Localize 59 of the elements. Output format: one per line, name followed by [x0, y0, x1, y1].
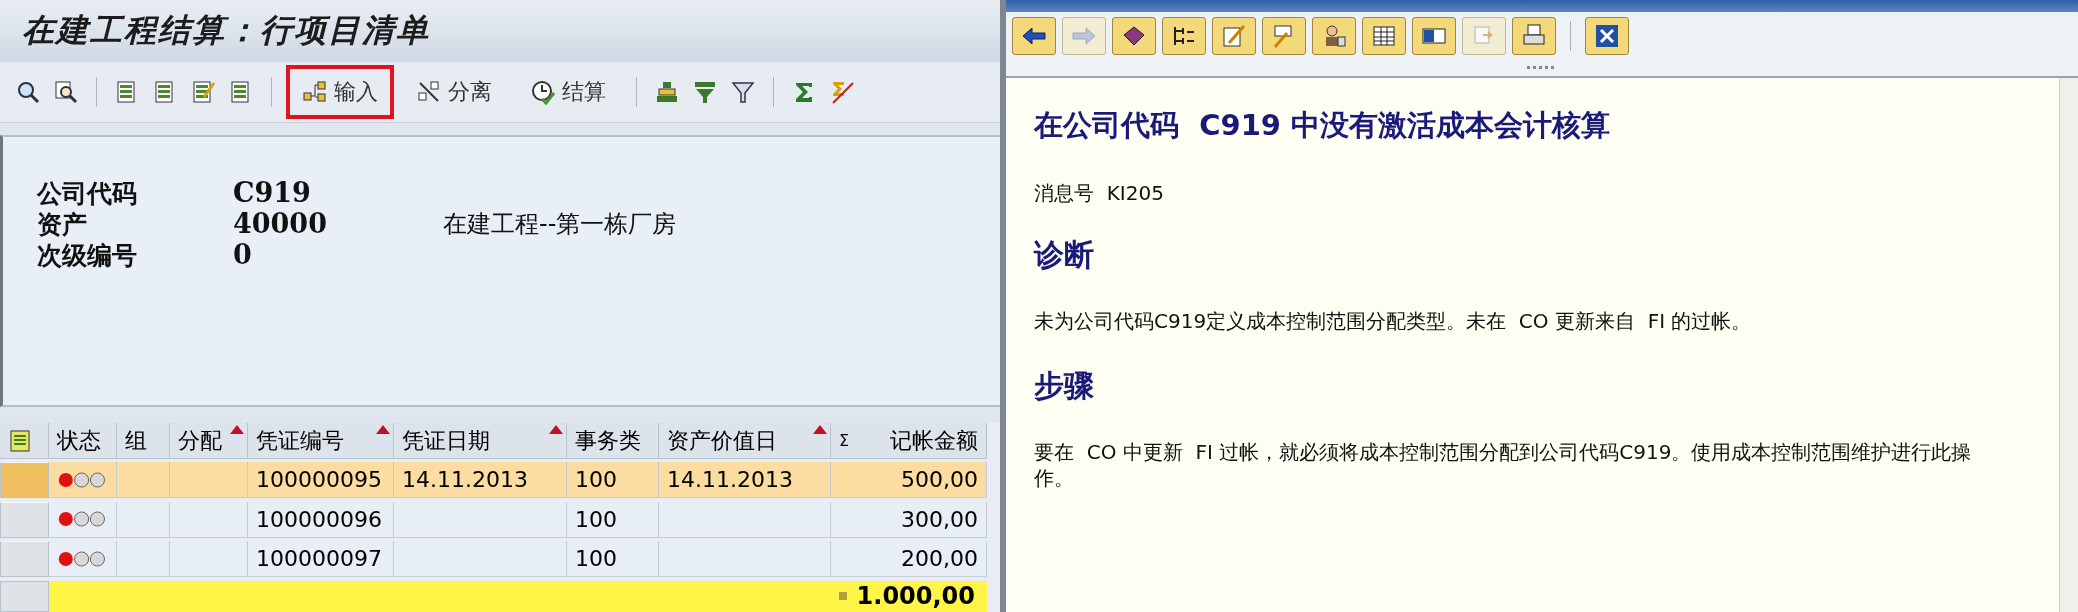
window-title: 在建工程结算：行项目清单 — [22, 10, 430, 51]
pencil-icon — [1221, 23, 1247, 49]
column-header[interactable]: 状态 — [49, 423, 117, 459]
funnel-icon — [730, 79, 756, 105]
section-heading: 诊断 — [1034, 236, 1095, 274]
column-header[interactable]: 凭证编号 — [248, 423, 394, 459]
close-button[interactable] — [1585, 17, 1629, 55]
column-header[interactable]: 事务类 — [567, 423, 659, 459]
field-value: 0 — [233, 239, 253, 270]
toolbar-button[interactable]: 分离 — [400, 65, 508, 119]
table-cell: 14.11.2013 — [659, 462, 831, 499]
table-cell: 100 — [567, 501, 659, 538]
field-value: C919 — [233, 177, 312, 208]
table-cell: 500,00 — [831, 462, 987, 499]
table-cell: 100 — [567, 541, 659, 578]
sigma-sign: Σ — [839, 431, 850, 450]
column-header[interactable]: 分配 — [170, 423, 248, 459]
table-cell: 100000096 — [248, 501, 394, 538]
table-cell: 200,00 — [831, 541, 987, 578]
section-heading: 步骤 — [1034, 367, 1095, 405]
column-header[interactable]: Σ 记帐金额 — [831, 423, 987, 459]
table-cell: 300,00 — [831, 501, 987, 538]
field-value: 40000 — [233, 208, 328, 239]
toolbar-button[interactable] — [1162, 17, 1206, 55]
section-text: 要在 CO 中更新 FI 过帐，就必须将成本控制范围分配到公司代码C919。使用成本控制范围维护进行此操作。 — [1034, 439, 1973, 491]
toolbar-button[interactable]: 结算 — [514, 65, 622, 119]
table-cell: 14.11.2013 — [394, 462, 567, 499]
toolbar-button[interactable] — [1362, 17, 1406, 55]
layout-button[interactable] — [0, 423, 49, 459]
toolbar-button[interactable]: 输入 — [286, 65, 394, 119]
pencil-icon — [190, 79, 216, 105]
toolbar-button[interactable] — [1112, 17, 1156, 55]
table-cell: 100000095 — [248, 462, 394, 499]
scrollbar[interactable] — [2059, 78, 2078, 612]
message-heading: 在公司代码 C919 中没有激活成本会计核算 — [1034, 107, 1612, 144]
column-header[interactable]: 组 — [117, 423, 170, 459]
funnel-icon — [692, 79, 718, 105]
hierarchy-icon — [302, 79, 328, 105]
message-number: 消息号 KI205 — [1034, 180, 1165, 207]
search-icon — [53, 79, 79, 105]
toolbar-button[interactable] — [1012, 17, 1056, 55]
field-label: 次级编号 — [37, 240, 138, 270]
table-cell: 100 — [567, 462, 659, 499]
close-icon — [1594, 23, 1620, 49]
column-header[interactable]: 凭证日期 — [394, 423, 567, 459]
field-label: 资产 — [37, 209, 88, 239]
total-marker-icon — [838, 592, 847, 601]
table-icon — [1371, 23, 1397, 49]
magnifier-icon — [15, 79, 41, 105]
splitter-grip-icon[interactable] — [1527, 66, 1557, 70]
column-header[interactable]: 资产价值日 — [659, 423, 831, 459]
total-amount: 1.000,00 — [856, 582, 975, 611]
asset-description: 在建工程--第一栋厂房 — [443, 209, 678, 239]
toolbar-button[interactable] — [1412, 17, 1456, 55]
section-text: 未为公司代码C919定义成本控制范围分配类型。未在 CO 更新来自 FI 的过帐。 — [1034, 308, 1753, 334]
table-cell: 100000097 — [248, 541, 394, 578]
field-label: 公司代码 — [37, 178, 138, 208]
stack-icon — [654, 79, 680, 105]
clock-icon — [530, 79, 556, 105]
